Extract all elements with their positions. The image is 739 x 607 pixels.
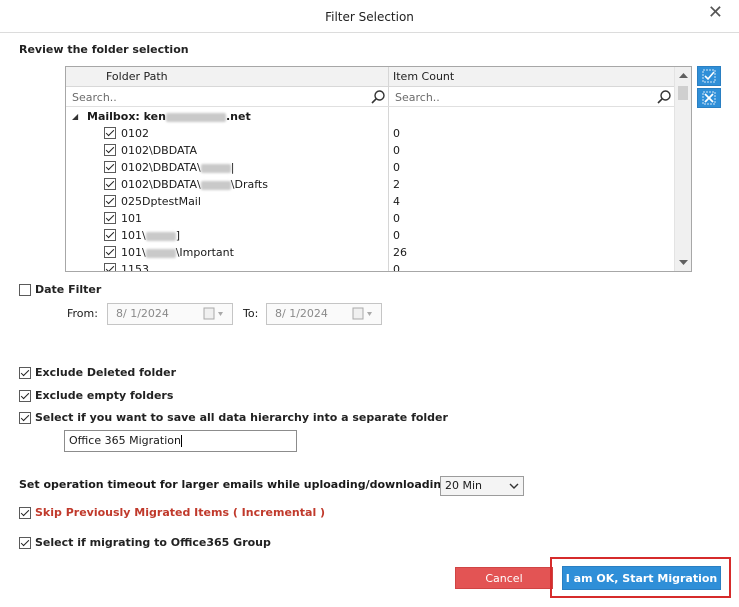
item-count-cell: 26 [393, 246, 407, 259]
table-row[interactable]: 101\ \Important 26 [66, 244, 675, 261]
table-row[interactable]: 025DptestMail 4 [66, 193, 675, 210]
exclude-deleted-row[interactable]: Exclude Deleted folder [19, 366, 176, 379]
exclude-empty-checkbox[interactable] [19, 389, 31, 402]
scroll-up-icon[interactable] [675, 67, 692, 84]
save-hierarchy-checkbox[interactable] [19, 411, 31, 424]
row-checkbox[interactable] [104, 212, 116, 224]
item-count-cell: 2 [393, 178, 400, 191]
exclude-deleted-checkbox[interactable] [19, 366, 31, 379]
office365-group-checkbox[interactable] [19, 536, 31, 549]
select-all-button[interactable] [697, 66, 721, 86]
folder-path-cell: 101\] [121, 229, 180, 242]
clear-all-button[interactable] [697, 88, 721, 108]
table-row[interactable]: 101\] 0 [66, 227, 675, 244]
row-checkbox[interactable] [104, 161, 116, 173]
row-checkbox[interactable] [104, 178, 116, 190]
folder-path-cell: 0102\DBDATA\ \Drafts [121, 178, 268, 191]
from-date-picker[interactable]: 8/ 1/2024 [107, 303, 233, 325]
date-filter-row[interactable]: Date Filter [19, 283, 101, 296]
skip-migrated-checkbox[interactable] [19, 506, 31, 519]
grid-search-row [66, 88, 675, 107]
from-label: From: [67, 307, 98, 320]
start-migration-button[interactable]: I am OK, Start Migration [562, 566, 721, 590]
close-icon[interactable]: ✕ [708, 3, 723, 23]
to-date-picker[interactable]: 8/ 1/2024 [266, 303, 382, 325]
grid-header: Folder Path Item Count [66, 67, 675, 87]
item-count-cell: 0 [393, 144, 400, 157]
item-count-cell: 4 [393, 195, 400, 208]
scroll-down-icon[interactable] [675, 254, 692, 271]
search-icon[interactable] [656, 89, 672, 105]
table-row[interactable]: 0102 0 [66, 125, 675, 142]
grid-scrollbar[interactable] [674, 67, 691, 271]
row-checkbox[interactable] [104, 246, 116, 258]
item-count-search-input[interactable] [393, 89, 653, 106]
save-hierarchy-row[interactable]: Select if you want to save all data hier… [19, 411, 448, 424]
table-row[interactable]: 1153 0 [66, 261, 675, 272]
table-row[interactable]: 0102\DBDATA\ | 0 [66, 159, 675, 176]
office365-group-label: Select if migrating to Office365 Group [35, 536, 271, 549]
column-folder-path[interactable]: Folder Path [106, 67, 168, 87]
text-cursor [180, 435, 182, 447]
hierarchy-folder-value: Office 365 Migration [69, 434, 181, 447]
folder-path-search-input[interactable] [70, 89, 366, 106]
folder-path-cell: 1153 [121, 263, 149, 272]
row-checkbox[interactable] [104, 263, 116, 271]
table-row[interactable]: 0102\DBDATA 0 [66, 142, 675, 159]
to-label: To: [243, 307, 259, 320]
folder-path-cell: 025DptestMail [121, 195, 201, 208]
mailbox-label: Mailbox: ken .net [87, 110, 251, 123]
close-icon [702, 91, 716, 105]
date-filter-checkbox[interactable] [19, 283, 31, 296]
window-title: Filter Selection [325, 10, 414, 24]
folder-rows: 0102 0 0102\DBDATA 0 0102\DBDATA\ | 0 010… [66, 125, 675, 272]
row-checkbox[interactable] [104, 195, 116, 207]
exclude-empty-label: Exclude empty folders [35, 389, 174, 402]
exclude-deleted-label: Exclude Deleted folder [35, 366, 177, 379]
skip-migrated-row[interactable]: Skip Previously Migrated Items ( Increme… [19, 506, 325, 519]
table-row[interactable]: 101 0 [66, 210, 675, 227]
item-count-cell: 0 [393, 212, 400, 225]
folder-path-cell: 101\ \Important [121, 246, 234, 259]
folder-path-cell: 101 [121, 212, 142, 225]
item-count-cell: 0 [393, 127, 400, 140]
check-all-icon [702, 69, 716, 83]
column-item-count[interactable]: Item Count [393, 67, 454, 87]
from-date-value: 8/ 1/2024 [116, 307, 169, 320]
exclude-empty-row[interactable]: Exclude empty folders [19, 389, 173, 402]
cancel-button[interactable]: Cancel [455, 567, 553, 589]
timeout-label: Set operation timeout for larger emails … [19, 478, 450, 491]
date-filter-label: Date Filter [35, 283, 102, 296]
calendar-dropdown-icon[interactable] [202, 307, 228, 321]
item-count-cell: 0 [393, 161, 400, 174]
collapse-triangle-icon[interactable]: ◢ [72, 108, 78, 125]
row-checkbox[interactable] [104, 144, 116, 156]
save-hierarchy-label: Select if you want to save all data hier… [35, 411, 448, 424]
office365-group-row[interactable]: Select if migrating to Office365 Group [19, 536, 271, 549]
row-checkbox[interactable] [104, 229, 116, 241]
hierarchy-folder-input[interactable]: Office 365 Migration [64, 430, 297, 452]
folder-grid: Folder Path Item Count ◢ Mailbox: ken.ne… [65, 66, 692, 272]
chevron-down-icon [509, 483, 519, 489]
folder-path-cell: 0102\DBDATA [121, 144, 198, 157]
review-label: Review the folder selection [19, 43, 189, 56]
skip-migrated-label: Skip Previously Migrated Items ( Increme… [35, 506, 326, 519]
to-date-value: 8/ 1/2024 [275, 307, 328, 320]
search-icon[interactable] [370, 89, 386, 105]
item-count-cell: 0 [393, 229, 400, 242]
row-checkbox[interactable] [104, 127, 116, 139]
folder-path-cell: 0102 [121, 127, 149, 140]
table-row[interactable]: 0102\DBDATA\ \Drafts 2 [66, 176, 675, 193]
folder-path-cell: 0102\DBDATA\ | [121, 161, 235, 174]
scroll-thumb[interactable] [678, 86, 688, 100]
item-count-cell: 0 [393, 263, 400, 272]
timeout-value: 20 Min [445, 479, 483, 492]
calendar-dropdown-icon[interactable] [351, 307, 377, 321]
timeout-select[interactable]: 20 Min [440, 476, 524, 496]
title-separator [0, 32, 739, 33]
